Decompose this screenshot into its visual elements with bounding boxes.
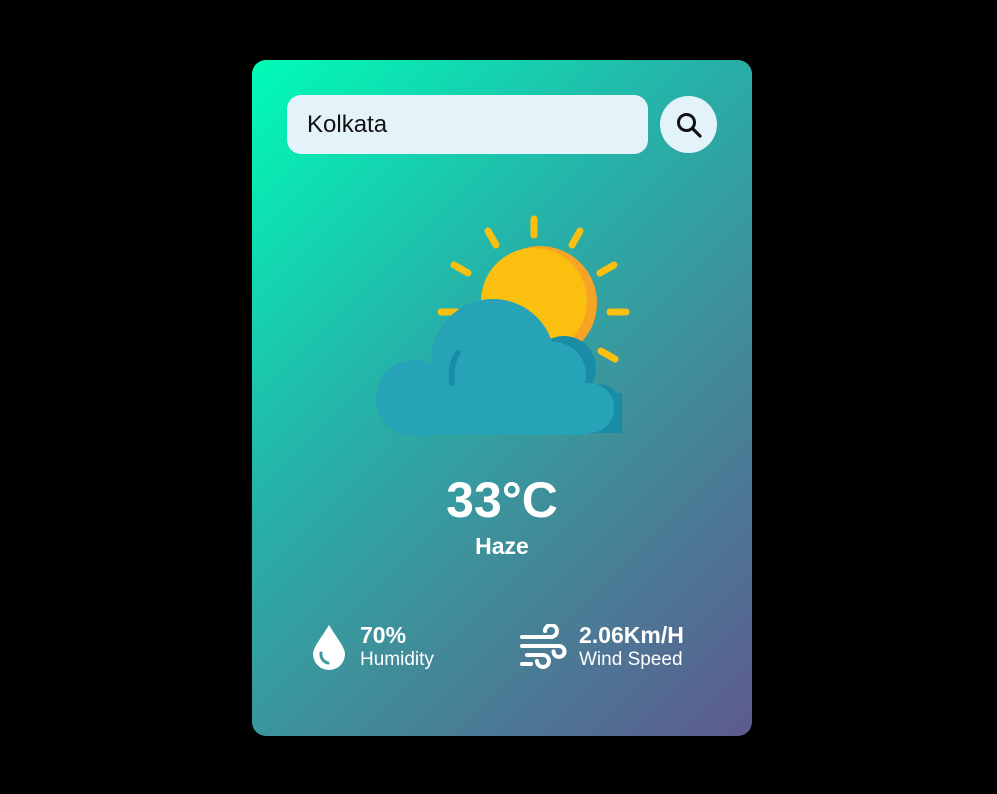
humidity-label: Humidity [360, 649, 434, 670]
wind-stat: 2.06Km/H Wind Speed [519, 622, 684, 672]
search-icon [676, 112, 702, 138]
city-search-input[interactable] [287, 95, 648, 154]
temperature-value: 33°C [446, 472, 558, 528]
search-button[interactable] [660, 96, 717, 153]
wind-speed-value: 2.06Km/H [579, 622, 684, 648]
wind-icon [520, 624, 567, 669]
humidity-value: 70% [360, 622, 407, 648]
humidity-drop-icon [313, 625, 345, 670]
weather-card: 33°C Haze 70% Humidity 2.06Km/H Wind Spe… [252, 60, 752, 736]
weather-condition: Haze [475, 533, 529, 559]
humidity-stat: 70% Humidity [310, 622, 434, 672]
wind-speed-label: Wind Speed [579, 649, 683, 670]
partly-cloudy-icon [376, 215, 630, 436]
